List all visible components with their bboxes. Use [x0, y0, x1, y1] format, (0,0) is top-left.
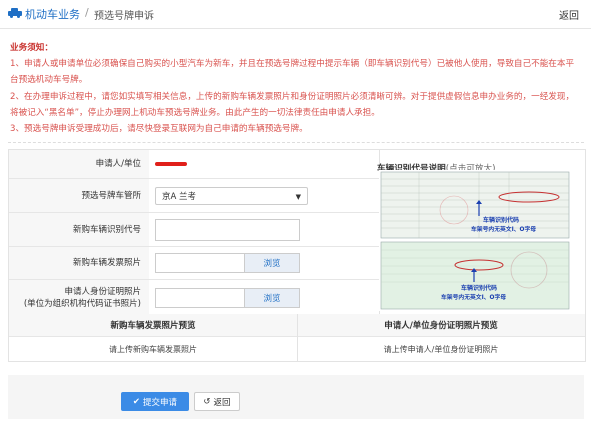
submit-button[interactable]: ✔ 提交申请 — [121, 392, 189, 411]
page-title: 预选号牌申诉 — [94, 11, 154, 22]
submit-button-label: 提交申请 — [143, 397, 178, 408]
plate-office-select[interactable]: 京A 兰考 ▼ — [155, 186, 308, 205]
vin-sample-image[interactable]: 车辆识别代码 车架号内无英文I、O字母 车辆识别代码 车架号内无英文I、O字母 — [379, 170, 571, 311]
notice-item-1: 1、申请人或申请单位必须确保自己购买的小型汽车为新车，并且在预选号牌过程中提示车… — [10, 59, 575, 86]
action-bar: ✔ 提交申请 ↺ 返回 — [8, 375, 584, 419]
chevron-down-icon: ▼ — [295, 192, 301, 201]
vin-note-1-line2: 车架号内无英文I、O字母 — [471, 225, 536, 233]
vin-note-1-line1: 车辆识别代码 — [483, 216, 519, 224]
vin-label: 新购车辆识别代号 — [9, 213, 149, 246]
page-header: 机动车业务 / 预选号牌申诉 返回 — [0, 0, 591, 26]
car-icon — [8, 8, 22, 18]
photo-preview-table: 新购车辆发票照片预览 申请人/单位身份证明照片预览 请上传新购车辆发票照片 请上… — [8, 314, 586, 362]
plate-office-value: 京A 兰考 — [162, 191, 197, 202]
preview-column-divider — [297, 314, 298, 361]
header-divider — [0, 28, 591, 29]
form-row-id: 申请人身份证明照片 (单位为组织机构代码证书照片) 浏览 — [9, 280, 379, 315]
breadcrumb-separator: / — [85, 6, 89, 19]
form-row-plate-office: 预选号牌车管所 京A 兰考 ▼ — [9, 179, 379, 213]
form-row-applicant: 申请人/单位 — [9, 150, 379, 179]
vin-note-2-line1: 车辆识别代码 — [461, 284, 497, 292]
id-file-input[interactable]: 浏览 — [155, 287, 300, 308]
plate-office-label: 预选号牌车管所 — [9, 179, 149, 212]
header-back-link[interactable]: 返回 — [559, 7, 579, 22]
applicant-name-redacted — [155, 162, 187, 166]
invoice-browse-button[interactable]: 浏览 — [244, 253, 300, 273]
form-row-vin: 新购车辆识别代号 — [9, 213, 379, 247]
id-preview-header: 申请人/单位身份证明照片预览 — [297, 314, 585, 337]
check-icon: ✔ — [132, 396, 141, 407]
vin-input[interactable] — [155, 218, 300, 241]
business-notice: 业务须知： 1、申请人或申请单位必须确保自己购买的小型汽车为新车，并且在预选号牌… — [10, 40, 582, 137]
id-preview-placeholder: 请上传申请人/单位身份证明照片 — [383, 344, 499, 354]
id-label: 申请人身份证明照片 (单位为组织机构代码证书照片) — [9, 280, 149, 315]
id-label-line2: (单位为组织机构代码证书照片) — [23, 298, 141, 309]
id-label-line1: 申请人身份证明照片 — [64, 286, 141, 297]
applicant-label: 申请人/单位 — [9, 150, 149, 178]
form-row-invoice: 新购车辆发票照片 浏览 — [9, 247, 379, 280]
invoice-label: 新购车辆发票照片 — [9, 247, 149, 279]
back-button-label: 返回 — [213, 397, 231, 408]
back-arrow-icon: ↺ — [203, 396, 211, 407]
notice-divider — [8, 142, 584, 143]
vin-note-2-line2: 车架号内无英文I、O字母 — [441, 293, 506, 301]
invoice-preview-placeholder: 请上传新购车辆发票照片 — [109, 344, 197, 354]
notice-item-2: 2、在办理申诉过程中，请您如实填写相关信息，上传的新购车辆发票照片和身份证明照片… — [10, 91, 575, 118]
id-browse-button[interactable]: 浏览 — [244, 287, 300, 308]
invoice-preview-header: 新购车辆发票照片预览 — [9, 314, 297, 337]
notice-item-3: 3、预选号牌申诉受理成功后，请尽快登录互联网为自己申请的车辆预选号牌。 — [10, 124, 308, 135]
breadcrumb-vehicle-business[interactable]: 机动车业务 — [25, 6, 80, 22]
invoice-file-input[interactable]: 浏览 — [155, 253, 300, 273]
back-button[interactable]: ↺ 返回 — [194, 392, 240, 411]
notice-heading: 业务须知： — [10, 43, 53, 53]
